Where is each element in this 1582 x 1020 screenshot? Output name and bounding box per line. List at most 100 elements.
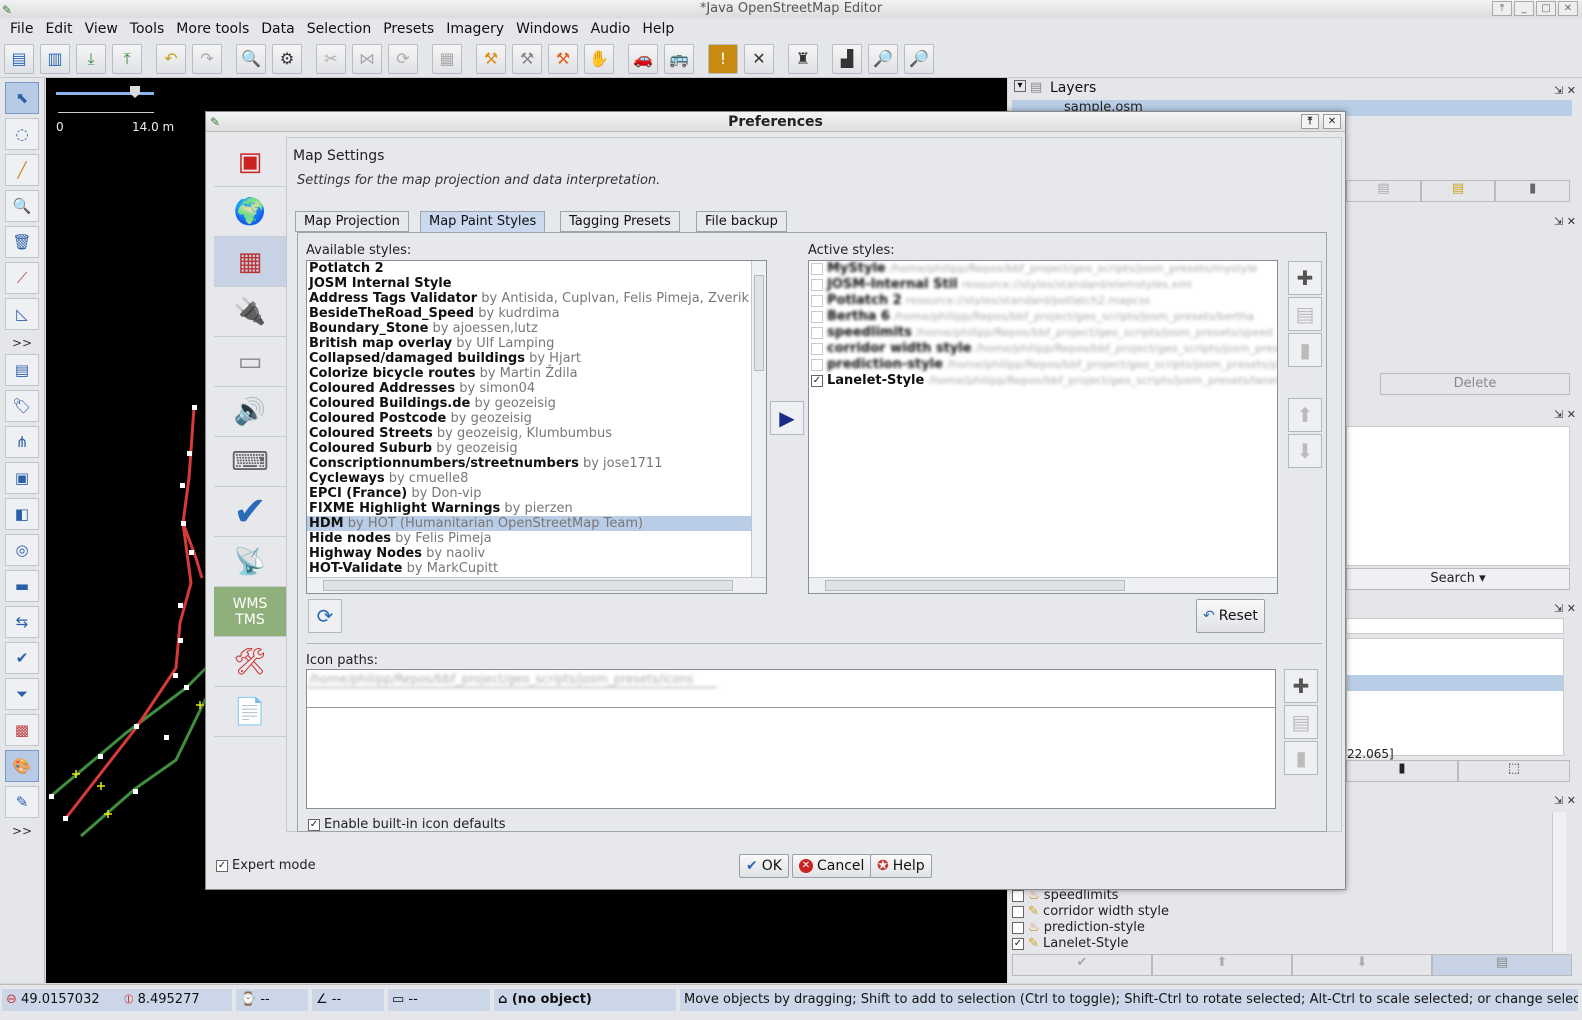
available-style-item[interactable]: Boundary_Stone by ajoessen,lutz [307, 321, 751, 336]
refresh-icon[interactable]: ⟳ [388, 43, 418, 74]
available-style-item[interactable]: HDM by HOT (Humanitarian OpenStreetMap T… [307, 516, 751, 531]
active-style-item[interactable]: ✓ Lanelet-Style /home/philipp/Repos/bbf_p… [809, 373, 1277, 389]
icon-path-row[interactable]: /home/philipp/Repos/bbf_project/geo_scri… [307, 670, 717, 688]
menu-file[interactable]: File [4, 21, 39, 37]
improve-way-icon[interactable]: ⟋ [5, 262, 39, 294]
active-style-checkbox[interactable] [811, 310, 823, 323]
active-hscrollbar[interactable] [809, 577, 1277, 593]
factory-icon[interactable]: ♜ [788, 43, 818, 74]
panel3-list[interactable] [1346, 426, 1570, 566]
wms-tms-icon[interactable]: WMS TMS [214, 587, 286, 637]
reload-styles-button[interactable]: ⟳ [308, 599, 342, 633]
expert-mode-checkbox[interactable]: ✓ [216, 859, 228, 872]
available-style-item[interactable]: EPCI (France) by Don-vip [307, 486, 751, 501]
panel4-list[interactable]: 22.065] [1346, 638, 1564, 761]
history-panel-icon[interactable]: ◎ [5, 534, 39, 566]
expert-mode-row[interactable]: ✓ Expert mode [216, 858, 316, 873]
tool-a-icon[interactable]: ⚒ [476, 43, 506, 74]
menu-edit[interactable]: Edit [39, 21, 78, 37]
tab-tagging-presets[interactable]: Tagging Presets [560, 211, 680, 232]
help-button[interactable]: ✪ Help [870, 854, 932, 878]
available-style-item[interactable]: JOSM Internal Style [307, 276, 751, 291]
move-up-icon[interactable]: ⬆ [1152, 954, 1292, 976]
available-style-item[interactable]: British map overlay by Ulf Lamping [307, 336, 751, 351]
tool-c-icon[interactable]: ⚒ [548, 43, 578, 74]
validation-panel-icon[interactable]: ✔ [5, 642, 39, 674]
active-style-item[interactable]: JOSM-Internal Stil resource://styles/sta… [809, 277, 1277, 293]
available-style-item[interactable]: Coloured Addresses by simon04 [307, 381, 751, 396]
map-paint-style-list[interactable]: ♨ speedlimits ✎ corridor width style ♨ p… [1012, 888, 1542, 952]
zoom-b-icon[interactable]: 🔎 [904, 43, 934, 74]
active-style-checkbox[interactable] [811, 262, 823, 275]
relations-panel-icon[interactable]: ⋔ [5, 426, 39, 458]
delete-style-button[interactable]: ▮ [1288, 333, 1322, 367]
zoom-tool-icon[interactable]: 🔍 [5, 190, 39, 222]
advanced-tools-icon[interactable]: 🛠 [214, 637, 286, 687]
panel4-filter-input[interactable] [1346, 618, 1564, 634]
menu-view[interactable]: View [79, 21, 124, 37]
delete-button[interactable]: Delete [1380, 373, 1570, 395]
projection-grid-icon[interactable]: ▦ [214, 237, 286, 287]
save-icon[interactable]: ▥ [40, 43, 70, 74]
available-style-item[interactable]: Coloured Streets by geozeisig, Klumbumbu… [307, 426, 751, 441]
draw-tool-icon[interactable]: ╱ [5, 154, 39, 186]
window-maximize-button[interactable]: □ [1536, 1, 1556, 16]
hand-icon[interactable]: ✋ [584, 43, 614, 74]
icon-path-empty-row[interactable] [307, 688, 1275, 708]
active-style-item[interactable]: speedlimits /home/philipp/Repos/bbf_proj… [809, 325, 1277, 341]
panel3-controls-icon[interactable]: ⇲ ✕ [1554, 408, 1576, 421]
active-style-item[interactable]: Potlatch 2 resource://styles/standard/po… [809, 293, 1277, 309]
tags-panel-icon[interactable]: 🏷 [5, 390, 39, 422]
audio-speaker-icon[interactable]: 🔊 [214, 387, 286, 437]
style-checkbox[interactable] [1012, 921, 1024, 934]
delete-icon-path-button[interactable]: ▮ [1284, 741, 1318, 775]
dialog-shade-button[interactable]: ⤒ [1301, 114, 1319, 129]
menu-more-tools[interactable]: More tools [170, 21, 255, 37]
map-settings-globe-icon[interactable]: 🌍 [214, 187, 286, 237]
ok-button[interactable]: ✔ OK [739, 854, 789, 878]
selection-panel-icon[interactable]: ▣ [5, 462, 39, 494]
split-way-icon[interactable]: ✂ [316, 43, 346, 74]
map-paint-panel-icon[interactable]: 🎨 [5, 750, 39, 782]
menu-windows[interactable]: Windows [510, 21, 585, 37]
active-style-checkbox[interactable] [811, 342, 823, 355]
move-down-icon[interactable]: ⬇ [1292, 954, 1432, 976]
activate-icon[interactable]: ✔ [1012, 954, 1152, 976]
active-style-checkbox[interactable] [811, 358, 823, 371]
available-hscrollbar[interactable] [307, 577, 766, 593]
style-checkbox[interactable]: ✓ [1012, 937, 1024, 950]
available-style-item[interactable]: Conscriptionnumbers/streetnumbers by jos… [307, 456, 751, 471]
active-style-item[interactable]: corridor width style /home/philipp/Repos… [809, 341, 1277, 357]
dialog-close-button[interactable]: ✕ [1323, 114, 1341, 129]
available-style-item[interactable]: Coloured Suburb by geozeisig [307, 441, 751, 456]
validator-check-icon[interactable]: ✔ [214, 487, 286, 537]
panel4-delete-icon[interactable]: ▮ [1346, 760, 1458, 782]
move-style-down-button[interactable]: ⬇ [1288, 434, 1322, 468]
delete-layer-icon[interactable]: ▮ [1495, 180, 1571, 202]
available-style-item[interactable]: BesideTheRoad_Speed by kudrdima [307, 306, 751, 321]
filter-panel-icon[interactable]: ⏷ [5, 678, 39, 710]
panel2-controls-icon[interactable]: ⇲ ✕ [1554, 215, 1576, 228]
combine-way-icon[interactable]: ⋈ [352, 43, 382, 74]
active-style-checkbox[interactable] [811, 278, 823, 291]
display-settings-icon[interactable]: ▣ [214, 137, 286, 187]
keyboard-icon[interactable]: ⌨ [214, 437, 286, 487]
available-style-item[interactable]: Address Tags Validator by Antisida, Cupl… [307, 291, 751, 306]
style-row[interactable]: ✓ ✎ Lanelet-Style [1012, 936, 1542, 952]
available-style-item[interactable]: Coloured Postcode by geozeisig [307, 411, 751, 426]
style-checkbox[interactable] [1012, 905, 1024, 918]
more-panels-toggle[interactable]: >> [0, 824, 44, 838]
search-doc-icon[interactable]: 🔍 [236, 43, 266, 74]
style-list-scrollbar[interactable] [1552, 812, 1566, 952]
active-style-checkbox[interactable] [811, 326, 823, 339]
enable-icon-defaults-row[interactable]: ✓ Enable built-in icon defaults [308, 817, 506, 832]
menu-imagery[interactable]: Imagery [440, 21, 510, 37]
download-icon[interactable]: ⤓ [76, 43, 106, 74]
tab-map-projection[interactable]: Map Projection [295, 211, 409, 232]
available-styles-list[interactable]: Potlatch 2 JOSM Internal Style Address Tag… [306, 260, 767, 594]
available-style-item[interactable]: Cycleways by cmuelle8 [307, 471, 751, 486]
tool-b-icon[interactable]: ⚒ [512, 43, 542, 74]
panel4-controls-icon[interactable]: ⇲ ✕ [1554, 602, 1576, 615]
layers-panel-icon[interactable]: ▤ [5, 354, 39, 386]
menu-presets[interactable]: Presets [377, 21, 440, 37]
